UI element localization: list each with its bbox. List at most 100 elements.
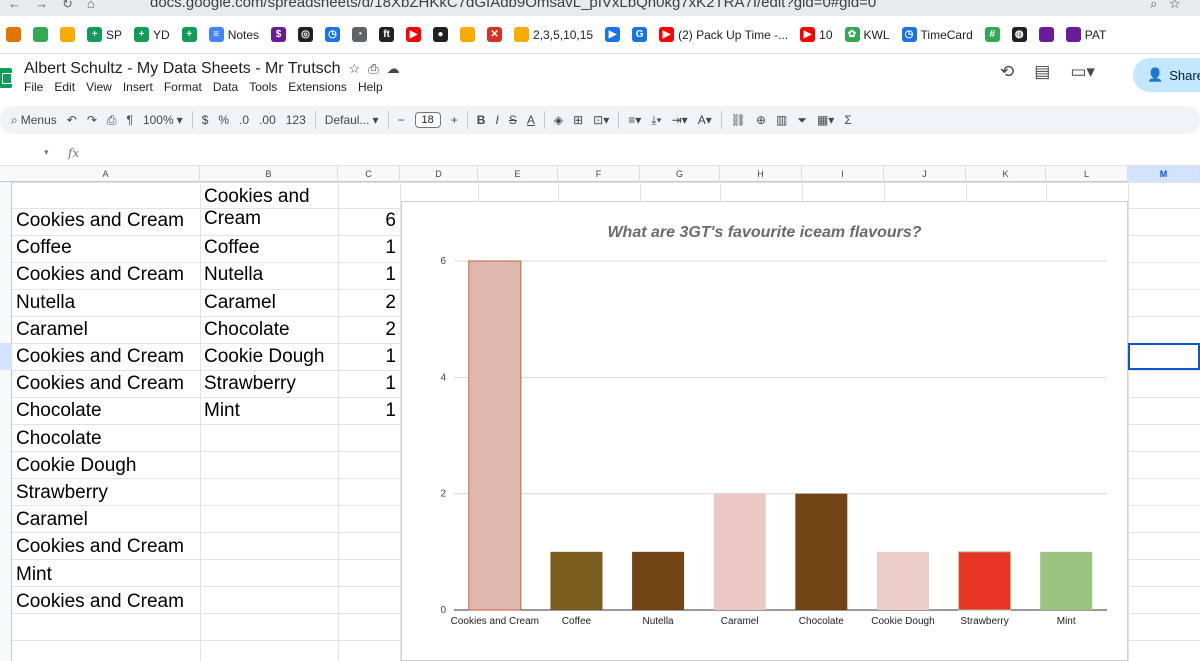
cell-a12[interactable]: Strawberry bbox=[16, 482, 108, 504]
sheets-logo-icon[interactable] bbox=[0, 68, 12, 88]
column-header-a[interactable]: A bbox=[12, 166, 200, 182]
bookmark-item[interactable]: ▶ bbox=[400, 23, 427, 47]
font-select[interactable]: Defaul... ▾ bbox=[320, 113, 384, 127]
bookmark-item[interactable]: + bbox=[176, 23, 203, 47]
cell-a9[interactable]: Chocolate bbox=[16, 400, 102, 422]
cell-c8[interactable]: 1 bbox=[340, 373, 396, 395]
cell-b9[interactable]: Mint bbox=[204, 400, 240, 422]
zoom-select[interactable]: 100% ▾ bbox=[138, 113, 188, 127]
bookmark-item[interactable]: $ bbox=[265, 23, 292, 47]
bar-strawberry[interactable] bbox=[958, 551, 1012, 611]
column-header-e[interactable]: E bbox=[478, 166, 558, 182]
paint-format-icon[interactable]: ¶ bbox=[122, 113, 138, 127]
borders-icon[interactable]: ⊞ bbox=[568, 113, 588, 127]
column-header-k[interactable]: K bbox=[966, 166, 1046, 182]
bookmark-item[interactable] bbox=[27, 23, 54, 47]
menu-item-format[interactable]: Format bbox=[164, 80, 202, 94]
align-horizontal-icon[interactable]: ≡▾ bbox=[623, 113, 646, 127]
bookmark-item[interactable]: PAT bbox=[1060, 23, 1113, 47]
decrease-decimal-button[interactable]: .0 bbox=[234, 113, 254, 127]
cell-a7[interactable]: Cookies and Cream bbox=[16, 346, 184, 368]
cell-b6[interactable]: Chocolate bbox=[204, 319, 290, 341]
cell-a3[interactable]: Coffee bbox=[16, 237, 72, 259]
bookmark-item[interactable]: ▶ 10 bbox=[794, 23, 838, 47]
bookmark-item[interactable]: ◔ bbox=[346, 23, 373, 47]
bookmark-item[interactable]: ▶ bbox=[599, 23, 626, 47]
bold-button[interactable]: B bbox=[472, 113, 491, 127]
align-vertical-icon[interactable]: ⤓▾ bbox=[646, 113, 666, 128]
cell-b5[interactable]: Caramel bbox=[204, 292, 276, 314]
cell-a5[interactable]: Nutella bbox=[16, 292, 75, 314]
menu-item-data[interactable]: Data bbox=[213, 80, 238, 94]
bookmark-item[interactable]: ≡ Notes bbox=[203, 23, 265, 47]
share-button[interactable]: 👤 Share bbox=[1133, 58, 1200, 92]
bar-caramel[interactable] bbox=[713, 493, 766, 610]
print-icon[interactable]: ⎙ bbox=[102, 113, 122, 128]
cell-c3[interactable]: 1 bbox=[340, 237, 396, 259]
search-menus-button[interactable]: ⌕ Menus bbox=[6, 113, 62, 128]
cell-a11[interactable]: Cookie Dough bbox=[16, 455, 136, 477]
filter-views-icon[interactable]: ▦▾ bbox=[812, 113, 839, 127]
cell-b4[interactable]: Nutella bbox=[204, 264, 263, 286]
cell-a4[interactable]: Cookies and Cream bbox=[16, 264, 184, 286]
column-header-m[interactable]: M bbox=[1128, 166, 1200, 182]
column-header-b[interactable]: B bbox=[200, 166, 338, 182]
column-header-l[interactable]: L bbox=[1046, 166, 1128, 182]
selected-cell[interactable] bbox=[1128, 343, 1200, 370]
column-header-j[interactable]: J bbox=[884, 166, 966, 182]
menu-item-tools[interactable]: Tools bbox=[249, 80, 277, 94]
bookmark-item[interactable]: ◷ bbox=[319, 23, 346, 47]
bar-mint[interactable] bbox=[1040, 551, 1093, 610]
bookmark-item[interactable]: + SP bbox=[81, 23, 128, 47]
link-icon[interactable]: ⛓ bbox=[726, 113, 751, 127]
fill-color-icon[interactable]: ◈ bbox=[549, 113, 568, 127]
cell-a15[interactable]: Mint bbox=[16, 564, 52, 586]
cell-c7[interactable]: 1 bbox=[340, 346, 396, 368]
bar-chocolate[interactable] bbox=[795, 493, 848, 610]
currency-button[interactable]: $ bbox=[197, 113, 214, 127]
menu-item-edit[interactable]: Edit bbox=[54, 80, 75, 94]
menu-item-help[interactable]: Help bbox=[358, 80, 383, 94]
cell-a14[interactable]: Cookies and Cream bbox=[16, 536, 184, 558]
bookmark-item[interactable]: ● bbox=[427, 23, 454, 47]
bookmark-item[interactable] bbox=[1033, 23, 1060, 47]
browser-nav-icons[interactable]: ←→↻⌂ bbox=[8, 0, 109, 12]
cell-a2[interactable]: Cookies and Cream bbox=[16, 210, 184, 232]
text-color-button[interactable]: A bbox=[522, 113, 540, 127]
column-header-h[interactable]: H bbox=[720, 166, 802, 182]
column-header-c[interactable]: C bbox=[338, 166, 400, 182]
cell-a10[interactable]: Chocolate bbox=[16, 428, 102, 450]
doc-title-icons[interactable]: ☆⎙☁ bbox=[349, 61, 408, 77]
doc-title[interactable]: Albert Schultz - My Data Sheets - Mr Tru… bbox=[24, 60, 341, 78]
number-format-button[interactable]: 123 bbox=[281, 113, 311, 127]
browser-action-icons[interactable]: ⌕☆ bbox=[1150, 0, 1192, 12]
comments-icon[interactable]: ▤ bbox=[1034, 62, 1050, 82]
bar-cookies-and-cream[interactable] bbox=[468, 260, 522, 611]
undo-icon[interactable]: ↶ bbox=[62, 113, 82, 127]
menu-item-view[interactable]: View bbox=[86, 80, 112, 94]
cell-a8[interactable]: Cookies and Cream bbox=[16, 373, 184, 395]
bookmark-item[interactable]: ✿ KWL bbox=[839, 23, 896, 47]
cell-a16[interactable]: Cookies and Cream bbox=[16, 591, 184, 613]
bookmark-item[interactable]: ◎ bbox=[292, 23, 319, 47]
column-header-i[interactable]: I bbox=[802, 166, 884, 182]
strikethrough-button[interactable]: S bbox=[504, 113, 522, 127]
font-size-decrease-button[interactable]: − bbox=[393, 113, 410, 127]
cell-a6[interactable]: Caramel bbox=[16, 319, 88, 341]
meet-icon[interactable]: ▭▾ bbox=[1070, 62, 1095, 82]
row-header-selected[interactable] bbox=[0, 343, 12, 370]
cell-b3[interactable]: Coffee bbox=[204, 237, 260, 259]
column-header-d[interactable]: D bbox=[400, 166, 478, 182]
italic-button[interactable]: I bbox=[490, 113, 503, 127]
bookmark-item[interactable]: ▶ (2) Pack Up Time -... bbox=[653, 23, 794, 47]
column-header-g[interactable]: G bbox=[640, 166, 720, 182]
menu-item-extensions[interactable]: Extensions bbox=[288, 80, 347, 94]
comment-icon[interactable]: ⊕ bbox=[751, 113, 771, 127]
bookmark-item[interactable] bbox=[54, 23, 81, 47]
bookmark-item[interactable] bbox=[0, 23, 27, 47]
bookmark-item[interactable]: + YD bbox=[128, 23, 176, 47]
bookmark-item[interactable] bbox=[454, 23, 481, 47]
redo-icon[interactable]: ↷ bbox=[82, 113, 102, 127]
menu-item-file[interactable]: File bbox=[24, 80, 43, 94]
font-size-input[interactable]: 18 bbox=[414, 112, 441, 128]
